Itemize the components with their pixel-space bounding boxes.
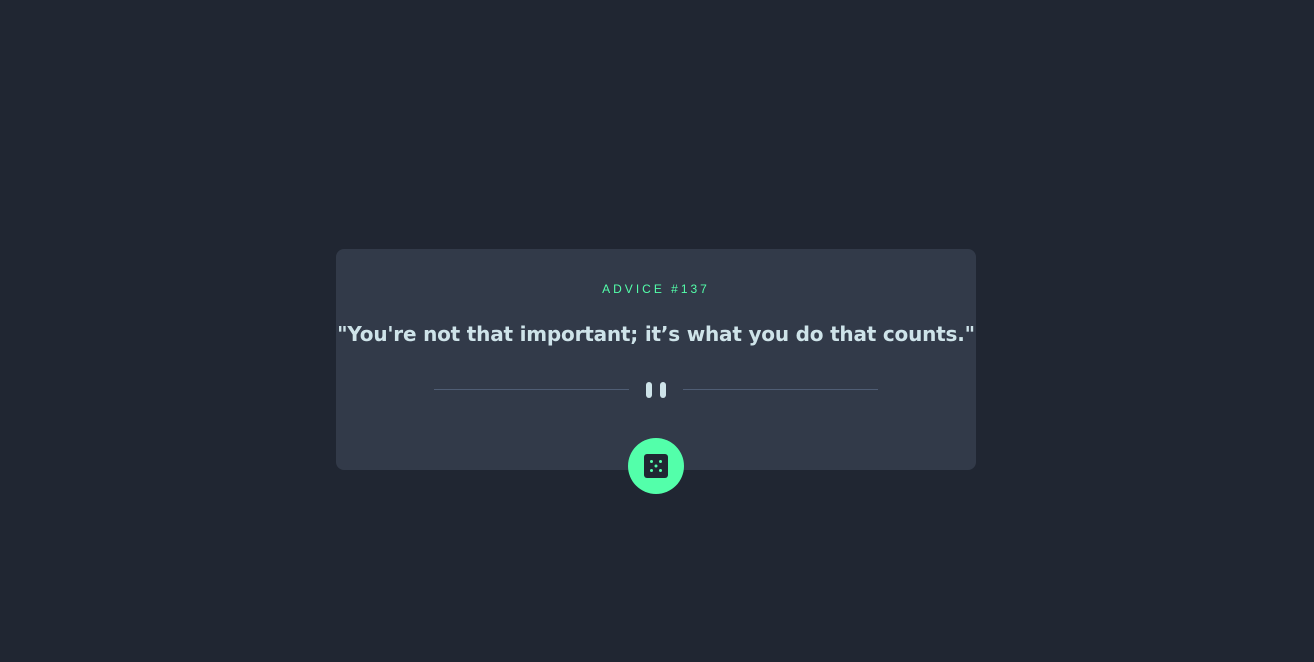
divider-line-right bbox=[683, 389, 878, 390]
generate-advice-button[interactable] bbox=[628, 438, 684, 494]
advice-card: ADVICE #137 "You're not that important; … bbox=[336, 249, 976, 470]
dice-icon bbox=[644, 454, 668, 478]
divider-line-left bbox=[434, 389, 629, 390]
pause-icon bbox=[646, 381, 666, 399]
advice-quote: "You're not that important; it’s what yo… bbox=[337, 322, 975, 346]
divider bbox=[434, 381, 878, 399]
advice-number-label: ADVICE #137 bbox=[602, 282, 710, 296]
pause-bar-right bbox=[660, 382, 666, 398]
pause-bar-left bbox=[646, 382, 652, 398]
